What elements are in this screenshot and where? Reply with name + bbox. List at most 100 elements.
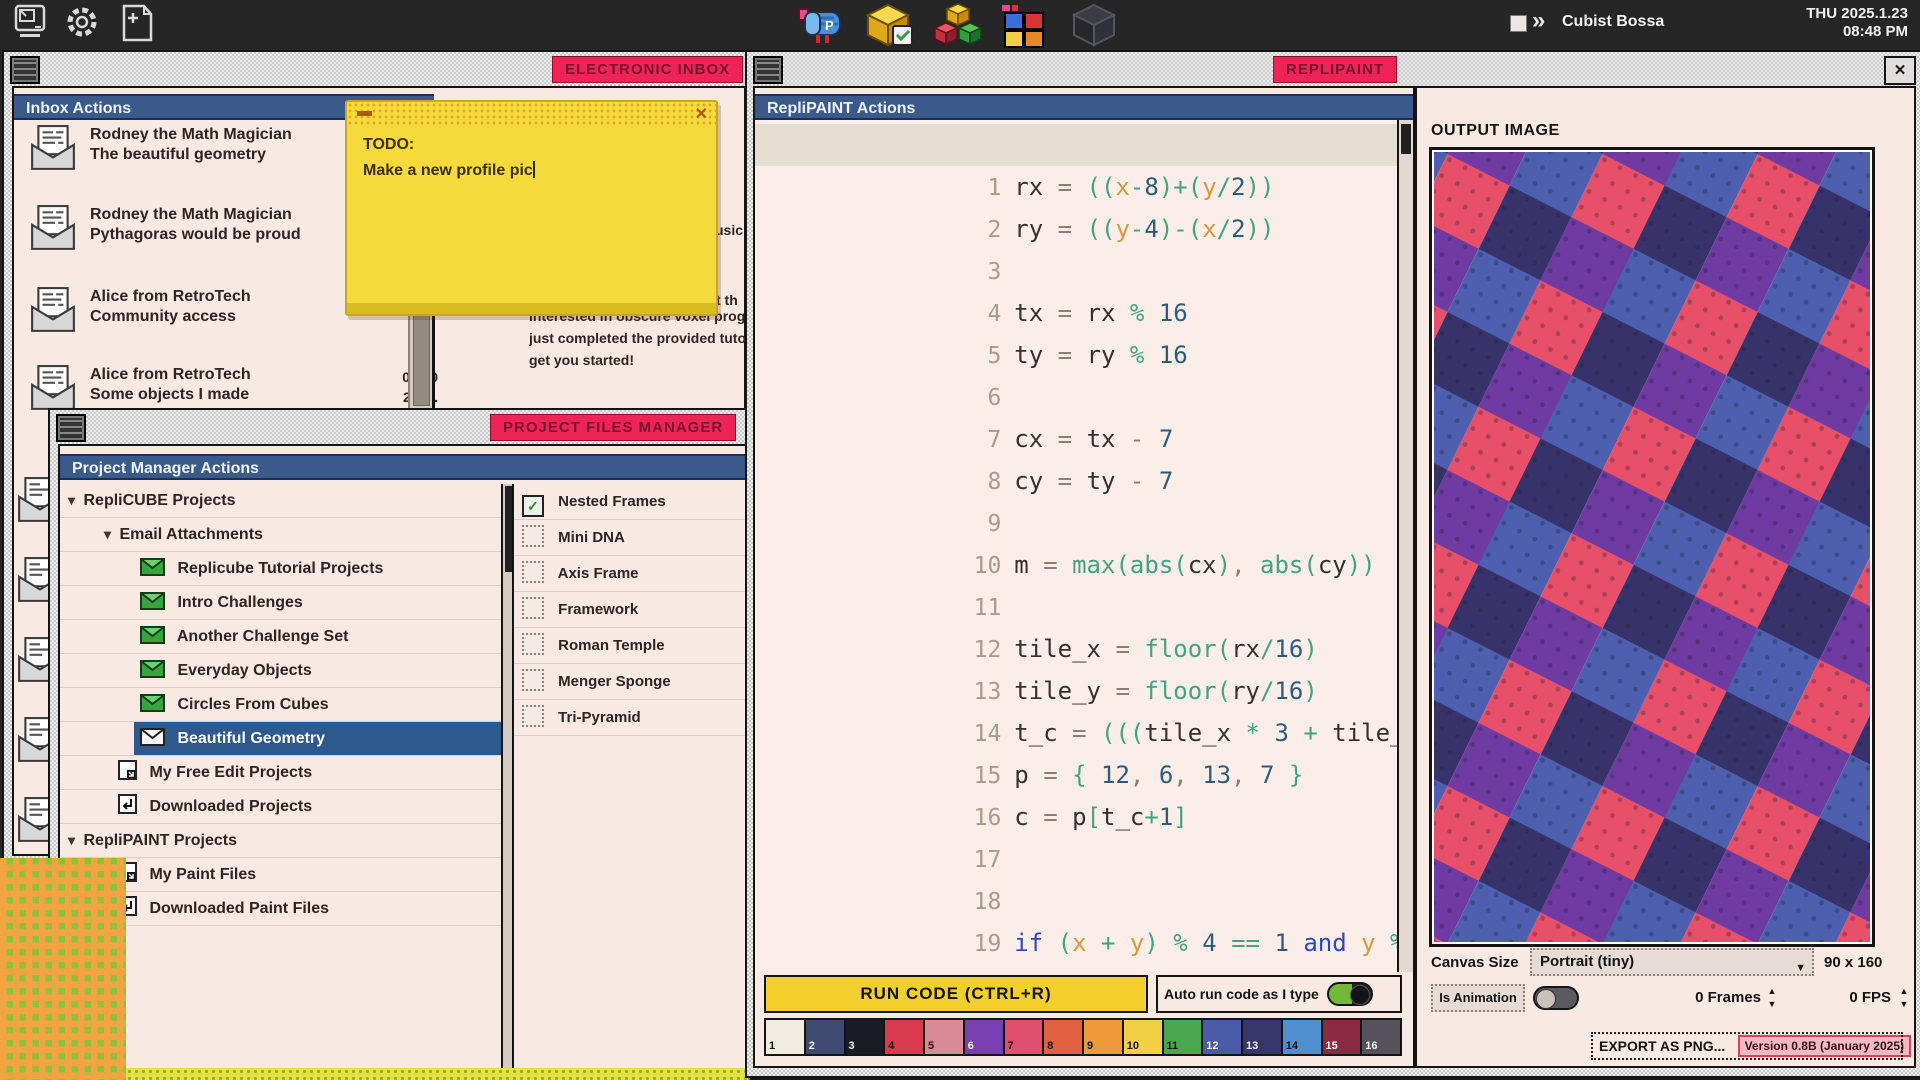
- fps-stepper[interactable]: ▲▼: [1897, 985, 1911, 1011]
- file-item-label: Tri-Pyramid: [558, 709, 641, 726]
- project-window-icon: [56, 414, 86, 442]
- envelope-icon: [140, 657, 165, 690]
- palette-swatch-number: 5: [928, 1040, 934, 1052]
- file-item[interactable]: Mini DNA: [514, 520, 746, 556]
- open-envelope-icon: [29, 287, 77, 338]
- checkbox[interactable]: ✓: [522, 495, 544, 517]
- line-number: 15: [957, 755, 1014, 797]
- file-item[interactable]: Axis Frame: [514, 556, 746, 592]
- tree-item[interactable]: ▾ RepliPAINT Projects: [60, 824, 501, 858]
- replipaint-content: RepliPAINT Actions 1rx = ((x-8)+(y/2)) 2…: [753, 86, 1916, 1068]
- frames-stepper[interactable]: ▲▼: [1765, 985, 1779, 1011]
- file-item[interactable]: Framework: [514, 592, 746, 628]
- tree-item[interactable]: ▾ Another Challenge Set: [60, 620, 501, 654]
- new-document-icon[interactable]: [120, 3, 154, 45]
- sticky-note-header[interactable]: ✕: [347, 102, 716, 126]
- svg-text:P: P: [825, 18, 834, 33]
- file-item[interactable]: Menger Sponge: [514, 664, 746, 700]
- close-icon[interactable]: ✕: [695, 104, 708, 124]
- tree-item[interactable]: ▾ Intro Challenges: [60, 586, 501, 620]
- checkbox[interactable]: [522, 561, 544, 583]
- checkbox[interactable]: [522, 597, 544, 619]
- checkbox[interactable]: [522, 705, 544, 727]
- autorun-toggle[interactable]: [1327, 982, 1373, 1006]
- minimize-icon[interactable]: [357, 111, 372, 116]
- palette-swatch[interactable]: 2: [806, 1020, 846, 1054]
- palette-swatch[interactable]: 3: [846, 1020, 886, 1054]
- tree-item[interactable]: ▾ Email Attachments: [60, 518, 501, 552]
- checkbox[interactable]: [522, 669, 544, 691]
- tree-item[interactable]: ▾ RepliCUBE Projects: [60, 484, 501, 518]
- scrollbar-thumb[interactable]: [413, 312, 430, 406]
- file-item[interactable]: ✓ Nested Frames: [514, 484, 746, 520]
- tree-item[interactable]: ▾ Downloaded Projects: [60, 790, 501, 824]
- palette-swatch[interactable]: 7: [1005, 1020, 1045, 1054]
- stop-icon[interactable]: [1510, 15, 1527, 32]
- palette-swatch-number: 16: [1365, 1040, 1377, 1052]
- tree-item[interactable]: ▾ Circles From Cubes: [60, 688, 501, 722]
- is-animation-toggle[interactable]: [1533, 986, 1579, 1010]
- tree-item-label: Downloaded Projects: [149, 798, 312, 815]
- tree-item-label: Email Attachments: [119, 526, 262, 543]
- project-actions-menu[interactable]: Project Manager Actions: [60, 454, 746, 480]
- replipaint-titlebar[interactable]: REPLIPAINT ✕: [747, 52, 1920, 86]
- sticky-note-text[interactable]: TODO: Make a new profile pic: [363, 132, 535, 184]
- tree-item[interactable]: ▾ Replicube Tutorial Projects: [60, 552, 501, 586]
- export-png-button[interactable]: EXPORT AS PNG...: [1591, 1032, 1903, 1060]
- tree-item[interactable]: ▾ My Paint Files: [60, 858, 501, 892]
- run-code-button[interactable]: RUN CODE (CTRL+R): [764, 975, 1148, 1013]
- canvas-size-dropdown[interactable]: Portrait (tiny) ▼: [1530, 948, 1814, 976]
- tree-item[interactable]: ▾ My Free Edit Projects: [60, 756, 501, 790]
- close-icon[interactable]: ✕: [1884, 56, 1916, 85]
- line-number: 7: [957, 419, 1014, 461]
- mail-text: Rodney the Math Magician Pythagoras woul…: [90, 205, 301, 245]
- file-item[interactable]: Tri-Pyramid: [514, 700, 746, 736]
- tree-item[interactable]: ▾ Downloaded Paint Files: [60, 892, 501, 926]
- palette-swatch[interactable]: 9: [1084, 1020, 1124, 1054]
- replicube-check-icon[interactable]: [866, 3, 914, 47]
- palette-swatch[interactable]: 5: [925, 1020, 965, 1054]
- palette-squares-icon[interactable]: [1002, 5, 1048, 49]
- voxel-cube-icon[interactable]: [1070, 3, 1118, 47]
- chevron-down-icon: ▾: [68, 492, 75, 508]
- scrollbar-thumb[interactable]: [1401, 124, 1411, 154]
- tree-item[interactable]: ▾ Beautiful Geometry: [60, 722, 501, 756]
- mailbox-icon[interactable]: P: [798, 3, 846, 45]
- computer-icon[interactable]: [13, 3, 47, 43]
- next-track-chevrons-icon[interactable]: »: [1532, 7, 1545, 35]
- replipaint-window-icon: [753, 56, 783, 84]
- checkbox[interactable]: [522, 633, 544, 655]
- palette-swatch[interactable]: 12: [1203, 1020, 1243, 1054]
- palette-swatch[interactable]: 10: [1124, 1020, 1164, 1054]
- palette-swatch[interactable]: 14: [1283, 1020, 1323, 1054]
- code-editor[interactable]: 1rx = ((x-8)+(y/2)) 2ry = ((y-4)-(x/2)) …: [755, 120, 1413, 972]
- replipaint-window-title: REPLIPAINT: [1273, 56, 1397, 83]
- project-file-list: ✓ Nested Frames Mini DNA Axis Frame Fram…: [514, 484, 746, 1070]
- palette-swatch[interactable]: 16: [1362, 1020, 1400, 1054]
- scrollbar-thumb[interactable]: [505, 486, 512, 572]
- palette-swatch[interactable]: 11: [1164, 1020, 1204, 1054]
- palette-swatch-number: 2: [809, 1040, 815, 1052]
- palette-swatch[interactable]: 8: [1044, 1020, 1084, 1054]
- file-item[interactable]: Roman Temple: [514, 628, 746, 664]
- palette-swatch[interactable]: 13: [1243, 1020, 1283, 1054]
- project-scrollbar[interactable]: [501, 484, 514, 1070]
- envelope-icon: [140, 623, 165, 656]
- inbox-titlebar[interactable]: ELECTRONIC INBOX: [4, 52, 750, 86]
- gear-icon[interactable]: [65, 3, 99, 43]
- code-line: 1rx = ((x-8)+(y/2)): [755, 124, 1397, 166]
- palette-swatch[interactable]: 15: [1323, 1020, 1363, 1054]
- editor-scrollbar[interactable]: [1397, 120, 1413, 972]
- output-image-label: OUTPUT IMAGE: [1431, 122, 1560, 140]
- sticky-note[interactable]: ✕ TODO: Make a new profile pic: [345, 100, 718, 316]
- replipaint-actions-menu[interactable]: RepliPAINT Actions: [755, 94, 1413, 120]
- palette-swatch-number: 1: [769, 1040, 775, 1052]
- project-titlebar[interactable]: PROJECT FILES MANAGER: [50, 410, 752, 444]
- tree-item[interactable]: ▾ Everyday Objects: [60, 654, 501, 688]
- palette-swatch[interactable]: 4: [885, 1020, 925, 1054]
- palette-swatch[interactable]: 6: [965, 1020, 1005, 1054]
- checkbox[interactable]: [522, 525, 544, 547]
- palette-swatch[interactable]: 1: [766, 1020, 806, 1054]
- replicube-cubes-icon[interactable]: [934, 3, 982, 49]
- envelope-icon: [140, 555, 165, 588]
